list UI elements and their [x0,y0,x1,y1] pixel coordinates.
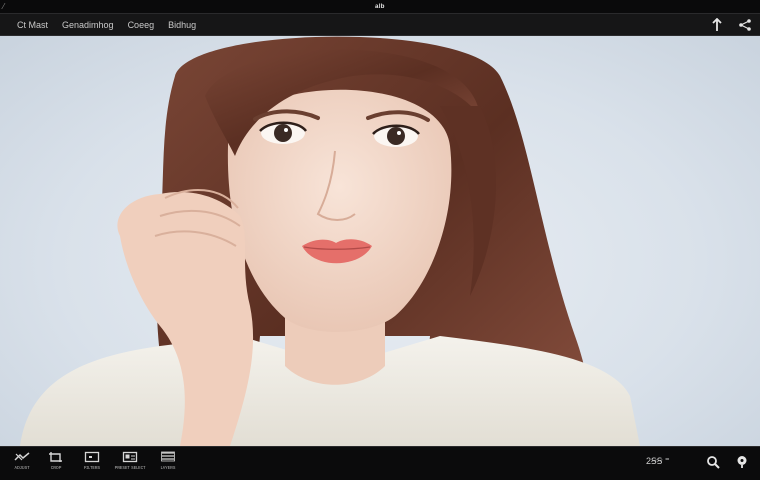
bottom-tool-label: ᴘʀᴇꜱᴇᴛ ꜱᴇʟᴇᴄᴛ [114,465,146,471]
menu-bar: Ct Mast Genadimhog Coeeg Bidhug [0,14,760,36]
info-icon[interactable] [734,454,750,470]
menu-item-ct-mast[interactable]: Ct Mast [17,20,48,30]
window-title: ᵃˡᵇ [375,2,385,12]
bottom-tool-layers[interactable]: ʟᴀʏᴇʀꜱ [146,451,190,477]
search-icon[interactable] [705,454,721,470]
toolbar-right [710,14,752,36]
bottom-tool-label: ʟᴀʏᴇʀꜱ [160,465,176,471]
filters-icon [84,451,100,463]
arrow-up-icon[interactable] [710,18,724,32]
image-canvas[interactable] [0,36,760,446]
bottom-tool-label: ᴀᴅᴊᴜꜱᴛ [14,465,30,471]
share-icon[interactable] [738,18,752,32]
preset-icon [122,451,138,463]
bottom-toolbar: ᴀᴅᴊᴜꜱᴛ ᴄʀᴏᴘ ꜰɪʟᴛᴇʀꜱ ᴘʀᴇꜱᴇᴛ ꜱᴇʟᴇᴄᴛ ʟᴀʏᴇʀꜱ… [0,446,760,480]
menu-item-genadimhog[interactable]: Genadimhog [62,20,114,30]
layers-icon [161,451,175,462]
menu-item-bidhug[interactable]: Bidhug [168,20,196,30]
status-readout: 2ꞨꞨ ⁼ [646,456,670,466]
bottom-tool-label: ᴄʀᴏᴘ [50,465,62,471]
portrait-photo [20,36,640,446]
bottom-tool-label: ꜰɪʟᴛᴇʀꜱ [83,465,101,471]
adjust-icon [14,452,30,461]
title-bar: ⁄ ᵃˡᵇ [0,0,760,14]
menu-item-coeeg[interactable]: Coeeg [128,20,155,30]
crop-icon [49,452,62,462]
